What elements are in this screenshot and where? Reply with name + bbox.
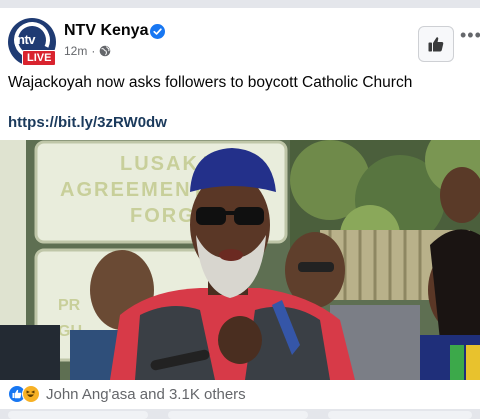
page-name-link[interactable]: NTV Kenya [64,22,148,40]
meta-separator: · [91,44,96,58]
post-time[interactable]: 12m [64,44,87,58]
more-options-icon[interactable]: ••• [460,26,480,44]
post-message: Wajackoyah now asks followers to boycott… [8,74,413,91]
verified-badge-icon [150,24,165,39]
post-header: ntv LIVE NTV Kenya 12m · ••• [0,8,480,68]
post-link[interactable]: https://bit.ly/3zRW0dw [8,114,167,131]
thumbs-up-icon [428,37,444,52]
live-badge: LIVE [22,50,57,66]
post-photo[interactable]: LUSAKA AGREEMENT FORG PR GU [0,140,480,380]
post-meta: 12m · [64,44,111,58]
like-page-button[interactable] [418,26,454,62]
globe-icon [100,45,111,57]
bottom-divider [0,409,480,419]
action-pill-middle [168,411,308,419]
reactions-summary[interactable]: John Ang'asa and 3.1K others [46,386,246,403]
sign-text-line2: AGREEMENT [60,179,206,201]
sign2-text-line1: PR [58,297,81,314]
sign-text-line3: FORG [130,205,196,227]
reactions-bar[interactable]: John Ang'asa and 3.1K others [8,385,246,403]
news-photo-image: LUSAKA AGREEMENT FORG PR GU [0,140,480,380]
action-pill-right [328,411,472,419]
ntv-logo-icon: ntv [17,32,36,47]
top-divider [0,0,480,8]
haha-reaction-icon [22,385,40,403]
action-pill-left [8,411,148,419]
